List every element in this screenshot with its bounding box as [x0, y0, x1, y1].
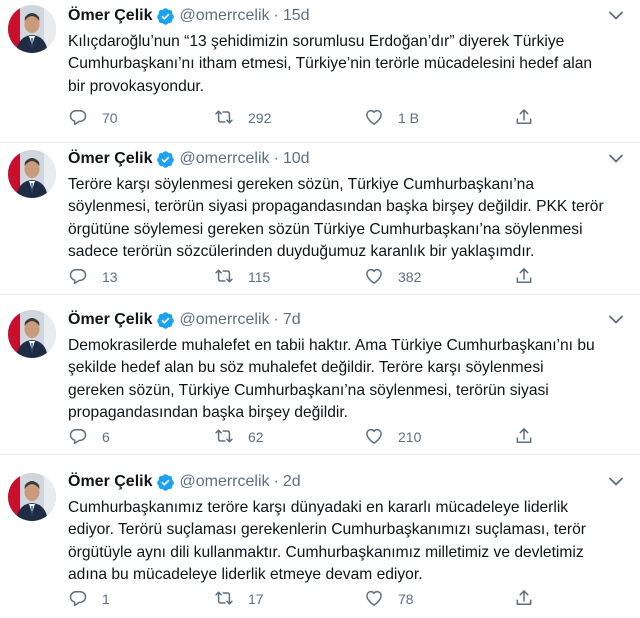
tweet-header: Ömer Çelik @omerrcelik · 2d [68, 471, 301, 493]
tweet-header: Ömer Çelik @omerrcelik · 7d [68, 309, 301, 331]
like-button[interactable]: 210 [364, 426, 421, 448]
reply-icon [68, 426, 88, 449]
tweet-actions: 1 17 78 [68, 588, 548, 610]
retweet-icon [214, 266, 234, 289]
tweet[interactable]: Ömer Çelik @omerrcelik · 2d Cumhurbaşkan… [0, 455, 640, 618]
like-count: 1 B [398, 110, 420, 126]
tweet-text: Teröre karşı söylenmesi gereken sözün, T… [68, 176, 604, 261]
tweet-timestamp[interactable]: 15d [283, 7, 310, 25]
separator-dot: · [273, 473, 279, 490]
separator-dot: · [273, 311, 279, 328]
share-button[interactable] [514, 588, 534, 610]
tweet-feed: Ömer Çelik @omerrcelik · 15d Kılıçdaroğl… [0, 0, 640, 618]
retweet-button[interactable]: 62 [214, 426, 264, 448]
share-icon [514, 588, 534, 611]
reply-button[interactable]: 6 [68, 426, 110, 448]
retweet-icon [214, 107, 234, 130]
retweet-button[interactable]: 115 [214, 266, 270, 288]
tweet[interactable]: Ömer Çelik @omerrcelik · 15d Kılıçdaroğl… [0, 0, 640, 143]
like-button[interactable]: 382 [364, 266, 421, 288]
tweet[interactable]: Ömer Çelik @omerrcelik · 7d Demokrasiler… [0, 295, 640, 455]
separator-dot: · [273, 7, 279, 24]
author-handle[interactable]: @omerrcelik [179, 7, 269, 25]
more-options-icon[interactable] [604, 6, 628, 26]
reply-icon [68, 588, 88, 611]
heart-icon [364, 107, 384, 130]
retweet-count: 17 [248, 591, 264, 607]
tweet[interactable]: Ömer Çelik @omerrcelik · 10d Teröre karş… [0, 143, 640, 295]
author-name[interactable]: Ömer Çelik [68, 150, 152, 168]
author-name[interactable]: Ömer Çelik [68, 473, 152, 491]
tweet-actions: 13 115 382 [68, 266, 548, 288]
avatar[interactable] [8, 473, 56, 521]
retweet-count: 62 [248, 429, 264, 445]
like-button[interactable]: 78 [364, 588, 414, 610]
reply-button[interactable]: 1 [68, 588, 110, 610]
verified-badge-icon [156, 7, 175, 26]
separator-dot: · [273, 150, 279, 167]
like-button[interactable]: 1 B [364, 107, 419, 129]
reply-count: 70 [102, 110, 118, 126]
like-count: 382 [398, 269, 422, 285]
retweet-button[interactable]: 292 [214, 107, 271, 129]
reply-button[interactable]: 13 [68, 266, 118, 288]
reply-count: 13 [102, 269, 118, 285]
retweet-icon [214, 426, 234, 449]
author-handle[interactable]: @omerrcelik [179, 473, 269, 491]
tweet-text: Demokrasilerde muhalefet en tabii haktır… [68, 337, 595, 422]
reply-count: 6 [102, 429, 110, 445]
more-options-icon[interactable] [604, 472, 628, 492]
avatar[interactable] [8, 5, 56, 53]
like-count: 78 [398, 591, 414, 607]
tweet-text: Cumhurbaşkanımız teröre karşı dünyadaki … [68, 499, 586, 584]
retweet-count: 115 [248, 269, 271, 285]
reply-icon [68, 266, 88, 289]
tweet-timestamp[interactable]: 2d [283, 473, 301, 491]
tweet-header: Ömer Çelik @omerrcelik · 15d [68, 5, 310, 27]
verified-badge-icon [156, 311, 175, 330]
avatar[interactable] [8, 310, 56, 358]
share-icon [514, 266, 534, 289]
verified-badge-icon [156, 473, 175, 492]
tweet-header: Ömer Çelik @omerrcelik · 10d [68, 148, 310, 170]
tweet-timestamp[interactable]: 10d [283, 150, 310, 168]
avatar[interactable] [8, 150, 56, 198]
heart-icon [364, 426, 384, 449]
share-icon [514, 426, 534, 449]
tweet-text: Kılıçdaroğlu’nun “13 şehidimizin sorumlu… [68, 33, 593, 95]
retweet-icon [214, 588, 234, 611]
author-name[interactable]: Ömer Çelik [68, 7, 152, 25]
author-handle[interactable]: @omerrcelik [179, 311, 269, 329]
reply-icon [68, 107, 88, 130]
retweet-button[interactable]: 17 [214, 588, 264, 610]
tweet-actions: 6 62 210 [68, 426, 548, 448]
like-count: 210 [398, 429, 422, 445]
tweet-timestamp[interactable]: 7d [283, 311, 301, 329]
heart-icon [364, 588, 384, 611]
heart-icon [364, 266, 384, 289]
retweet-count: 292 [248, 110, 272, 126]
share-button[interactable] [514, 426, 534, 448]
share-icon [514, 107, 534, 130]
reply-button[interactable]: 70 [68, 107, 118, 129]
author-handle[interactable]: @omerrcelik [179, 150, 269, 168]
verified-badge-icon [156, 150, 175, 169]
reply-count: 1 [102, 591, 110, 607]
more-options-icon[interactable] [604, 149, 628, 169]
share-button[interactable] [514, 107, 534, 129]
author-name[interactable]: Ömer Çelik [68, 311, 152, 329]
more-options-icon[interactable] [604, 310, 628, 330]
tweet-actions: 70 292 1 B [68, 107, 548, 129]
share-button[interactable] [514, 266, 534, 288]
